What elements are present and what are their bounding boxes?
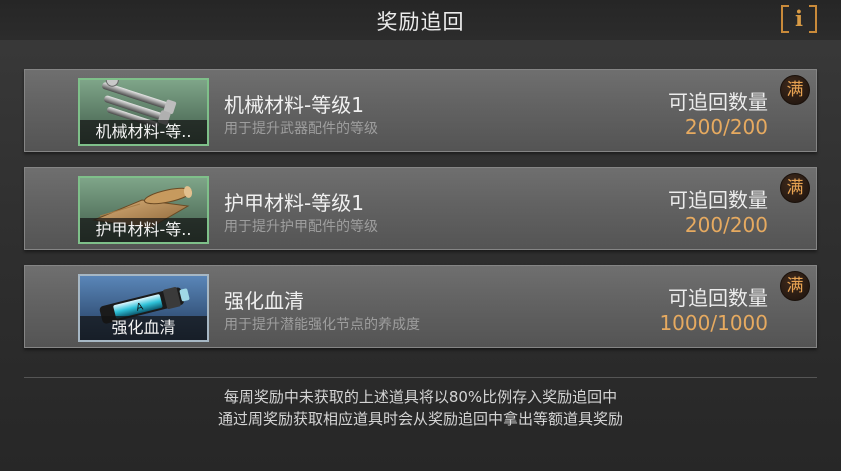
info-icon: i <box>795 6 803 31</box>
item-thumbnail: 机械材料-等.. <box>78 78 209 146</box>
full-badge: 满 <box>780 75 810 105</box>
item-thumbnail: A 强化血清 <box>78 274 209 342</box>
item-thumbnail: 护甲材料-等.. <box>78 176 209 244</box>
full-badge: 满 <box>780 271 810 301</box>
divider <box>24 377 817 378</box>
page-title: 奖励追回 <box>376 10 465 34</box>
full-badge: 满 <box>780 173 810 203</box>
thumbnail-label: 护甲材料-等.. <box>80 218 207 242</box>
recoverable-label: 可追回数量 <box>668 188 768 212</box>
list-item[interactable]: 机械材料-等.. 机械材料-等级1 用于提升武器配件的等级 可追回数量 200/… <box>24 69 817 152</box>
item-name: 机械材料-等级1 <box>224 93 364 117</box>
list-item[interactable]: 护甲材料-等.. 护甲材料-等级1 用于提升护甲配件的等级 可追回数量 200/… <box>24 167 817 250</box>
recoverable-label: 可追回数量 <box>668 286 768 310</box>
recoverable-count: 200/200 <box>684 213 768 237</box>
item-description: 用于提升武器配件的等级 <box>224 121 378 137</box>
item-description: 用于提升潜能强化节点的养成度 <box>224 317 420 333</box>
thumbnail-label: 机械材料-等.. <box>80 120 207 144</box>
footer-note-line1: 每周奖励中未获取的上述道具将以80%比例存入奖励追回中 <box>223 388 618 406</box>
list-item[interactable]: A 强化血清 强化血清 用于提升潜能强化节点的养成度 可追回数量 1000/10… <box>24 265 817 348</box>
recoverable-label: 可追回数量 <box>668 90 768 114</box>
info-button[interactable]: i <box>781 5 817 33</box>
recoverable-count: 1000/1000 <box>659 311 768 335</box>
thumbnail-label: 强化血清 <box>80 316 207 340</box>
header-bar: 奖励追回 i <box>0 0 841 40</box>
footer-note-line2: 通过周奖励获取相应道具时会从奖励追回中拿出等额道具奖励 <box>217 410 623 428</box>
recoverable-count: 200/200 <box>684 115 768 139</box>
item-name: 护甲材料-等级1 <box>224 191 364 215</box>
item-name: 强化血清 <box>224 289 304 313</box>
item-description: 用于提升护甲配件的等级 <box>224 219 378 235</box>
